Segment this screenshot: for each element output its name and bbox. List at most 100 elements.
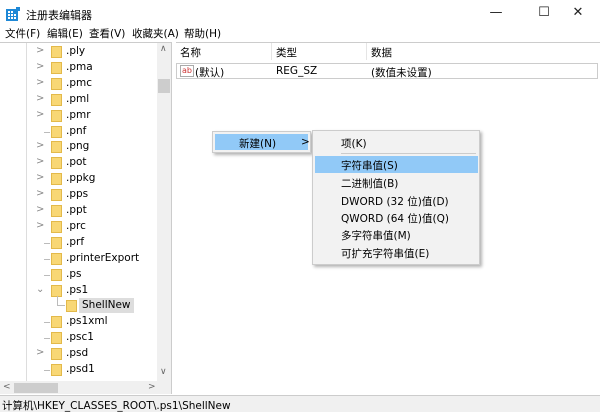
tree-item-label: .ppt [66, 204, 87, 216]
chevron-right-icon[interactable]: > [36, 172, 44, 183]
tree-item-label: .pnf [66, 124, 87, 137]
scroll-up-icon[interactable]: ∧ [160, 44, 167, 54]
tree-item[interactable]: > .ppt [0, 203, 157, 219]
tree-item-label: .printerExport [66, 251, 140, 264]
folder-icon [51, 268, 62, 281]
tree-item-label: .ply [66, 45, 86, 57]
scroll-thumb[interactable] [158, 79, 170, 93]
tree-item-label: .pml [66, 92, 90, 105]
menu-item-string-value[interactable]: 字符串值(S) [315, 156, 478, 173]
chevron-right-icon[interactable]: > [36, 61, 44, 72]
folder-icon [51, 77, 62, 90]
folder-icon [51, 125, 62, 138]
menu-item-dword-value[interactable]: DWORD (32 位)值(D) [315, 192, 478, 209]
horizontal-scrollbar[interactable]: < > [0, 381, 171, 394]
folder-icon [66, 300, 77, 313]
vertical-scrollbar[interactable]: ∧ ∨ [157, 43, 171, 381]
chevron-right-icon[interactable]: > [36, 140, 44, 151]
value-row[interactable]: ab (默认) REG_SZ (数值未设置) [176, 63, 598, 79]
tree-item-label: .ps [66, 267, 82, 280]
folder-icon [51, 189, 62, 202]
tree-item[interactable]: ⌄ .ps1 [0, 283, 157, 299]
menu-favorites[interactable]: 收藏夹(A) [132, 26, 179, 41]
tree-item-label: .pma [66, 60, 93, 73]
tree-item-label: .ps1xml [66, 315, 108, 328]
tree-item[interactable]: > .pml [0, 92, 157, 108]
scroll-down-icon[interactable]: ∨ [160, 367, 167, 377]
tree-item[interactable]: > .prc [0, 219, 157, 235]
minimize-button[interactable]: — [474, 0, 518, 26]
tree-item[interactable]: > .psd [0, 346, 157, 362]
tree-item-label: .prc [66, 219, 86, 232]
tree-item[interactable]: > .pma [0, 60, 157, 76]
menu-view[interactable]: 查看(V) [89, 26, 125, 41]
column-header-name[interactable]: 名称 [176, 43, 272, 60]
column-header-type[interactable]: 类型 [272, 43, 367, 60]
folder-icon [51, 61, 62, 74]
menu-separator [341, 153, 476, 154]
chevron-right-icon[interactable]: > [36, 109, 44, 120]
scroll-right-icon[interactable]: > [148, 382, 156, 392]
tree-item[interactable]: > .pps [0, 187, 157, 203]
tree-item-label: .pmc [66, 76, 93, 89]
new-submenu: 项(K) 字符串值(S) 二进制值(B) DWORD (32 位)值(D) QW… [312, 130, 480, 265]
tree-item-label: .ppkg [66, 172, 96, 185]
tree-item[interactable]: .prf [0, 235, 157, 251]
menu-item-key[interactable]: 项(K) [315, 134, 478, 151]
menu-item-qword-value[interactable]: QWORD (64 位)值(Q) [315, 209, 478, 226]
tree-item-label: .ps1 [66, 283, 89, 296]
chevron-right-icon[interactable]: > [36, 156, 44, 167]
chevron-right-icon[interactable]: > [36, 347, 44, 358]
menu-file[interactable]: 文件(F) [5, 26, 40, 41]
tree-item[interactable]: > .pmr [0, 108, 157, 124]
tree-item[interactable]: .printerExport [0, 251, 157, 267]
tree-item[interactable]: > .pmc [0, 76, 157, 92]
value-name: (默认) [195, 67, 225, 79]
chevron-right-icon[interactable]: > [36, 204, 44, 215]
tree-line [44, 242, 50, 244]
folder-icon [51, 141, 62, 154]
folder-icon [51, 93, 62, 106]
scroll-thumb[interactable] [14, 383, 58, 393]
tree-item[interactable]: > .ppkg [0, 171, 157, 187]
tree-item[interactable]: .psd1 [0, 362, 157, 378]
menu-help[interactable]: 帮助(H) [184, 26, 221, 41]
chevron-right-icon[interactable]: > [36, 77, 44, 88]
folder-icon [51, 236, 62, 249]
menu-edit[interactable]: 编辑(E) [47, 26, 83, 41]
scroll-left-icon[interactable]: < [3, 382, 11, 392]
tree-item-label: .png [66, 140, 90, 153]
tree-item[interactable]: .pnf [0, 124, 157, 140]
tree-item[interactable]: > .pot [0, 155, 157, 171]
registry-editor-icon [6, 7, 20, 21]
chevron-down-icon[interactable]: ⌄ [36, 284, 44, 295]
tree-item-label: .prf [66, 235, 85, 248]
menu-item-multi-string-value[interactable]: 多字符串值(M) [315, 226, 478, 243]
tree-item-label: .psd [66, 347, 89, 360]
menu-bar: 文件(F) 编辑(E) 查看(V) 收藏夹(A) 帮助(H) [0, 24, 600, 41]
chevron-right-icon[interactable]: > [36, 188, 44, 199]
tree-item[interactable]: > .png [0, 139, 157, 155]
folder-icon [51, 173, 62, 186]
chevron-right-icon[interactable]: > [36, 220, 44, 231]
tree-line [44, 322, 50, 324]
tree-line [44, 370, 50, 371]
tree-item-label: .psd1 [66, 363, 95, 375]
tree-item[interactable]: > .ply [0, 44, 157, 60]
menu-item-binary-value[interactable]: 二进制值(B) [315, 174, 478, 191]
tree-item[interactable]: .psc1 [0, 330, 157, 346]
tree-item[interactable]: .ps1xml [0, 314, 157, 330]
tree-item-label: .pot [66, 156, 87, 169]
tree-item[interactable]: ShellNew [0, 296, 157, 314]
column-header-data[interactable]: 数据 [367, 43, 598, 60]
tree-item[interactable]: .ps [0, 267, 157, 283]
menu-item-expandable-string-value[interactable]: 可扩充字符串值(E) [315, 244, 478, 261]
folder-icon [51, 205, 62, 217]
chevron-right-icon[interactable]: > [36, 93, 44, 104]
context-menu: 新建(N) > [212, 131, 311, 153]
chevron-right-icon[interactable]: > [36, 45, 44, 56]
close-button[interactable]: ✕ [556, 0, 600, 26]
tree-line [44, 258, 50, 260]
folder-icon [51, 348, 62, 361]
folder-icon [51, 252, 62, 265]
